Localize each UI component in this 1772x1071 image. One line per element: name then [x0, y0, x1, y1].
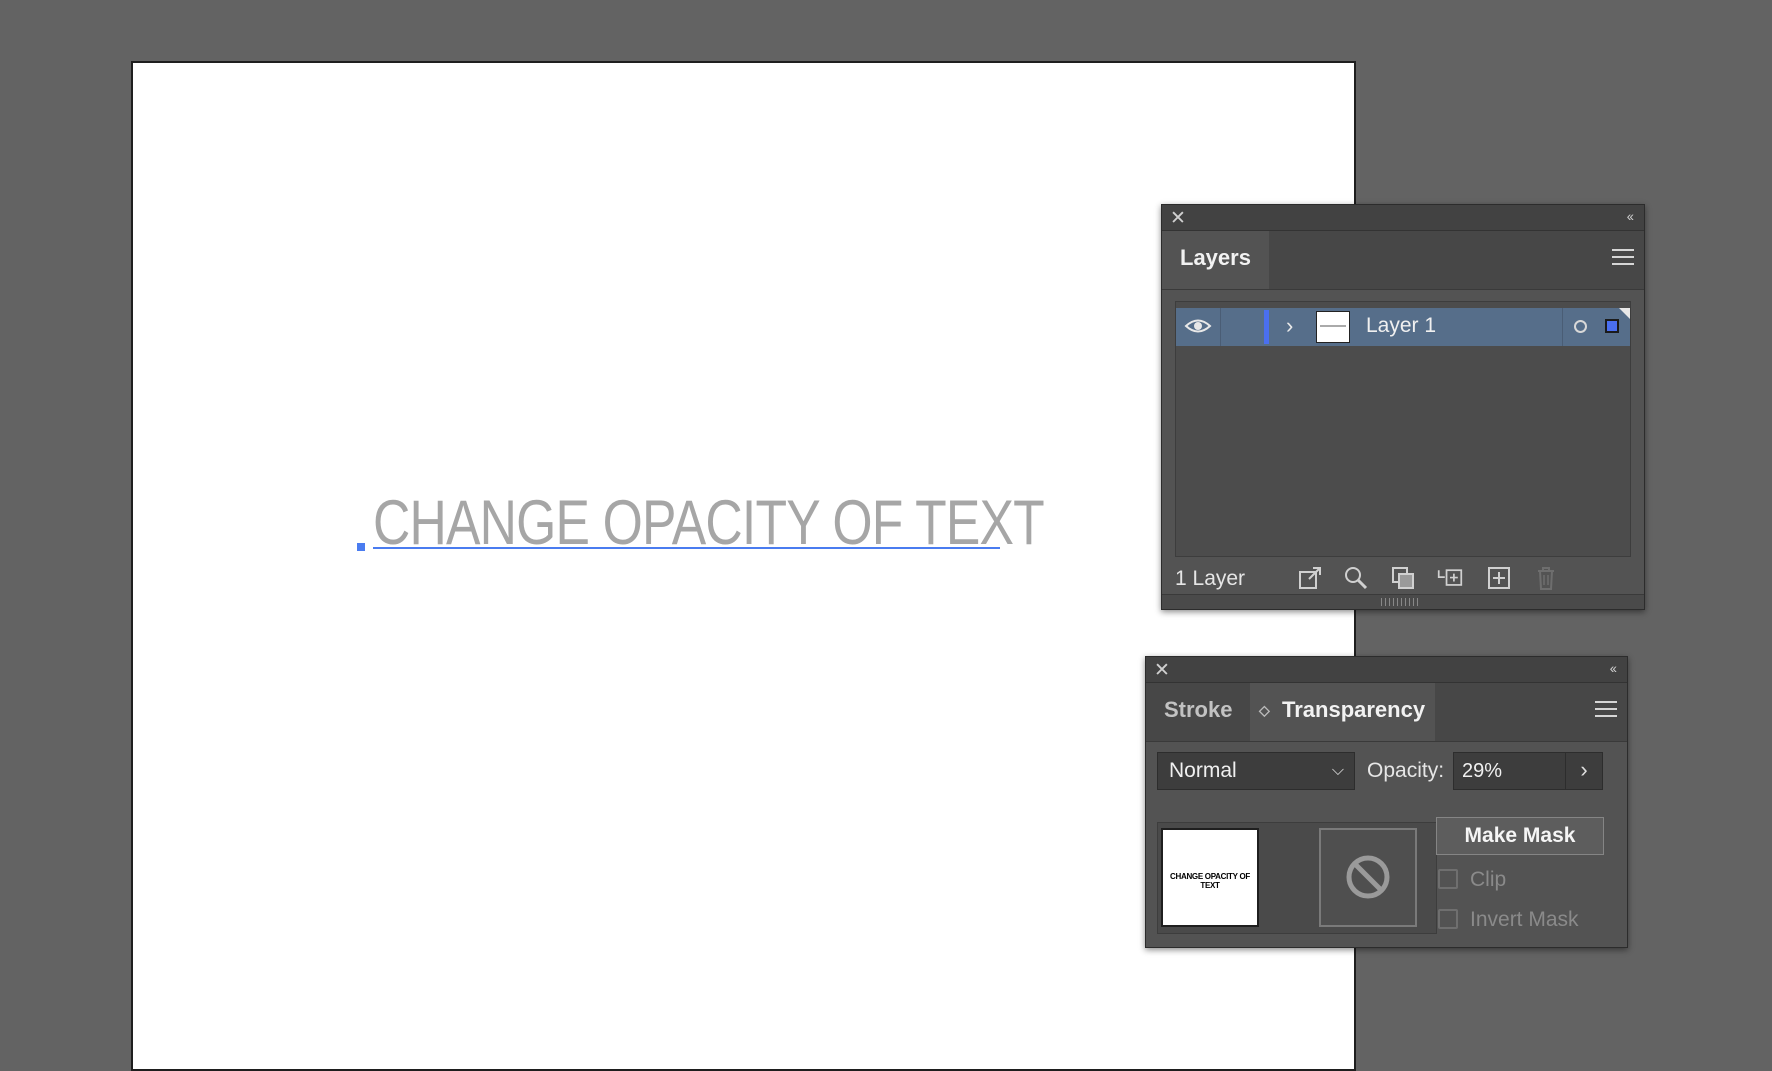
tab-transparency-label: Transparency: [1282, 697, 1426, 722]
selection-indicator-icon[interactable]: [1605, 319, 1619, 333]
invert-mask-checkbox[interactable]: [1438, 909, 1458, 929]
layers-panel: ✕ ‹‹ Layers › Layer 1 1 Layer: [1161, 204, 1645, 610]
divider: [1562, 308, 1563, 346]
no-mask-icon: [1346, 855, 1390, 899]
divider: [1220, 308, 1221, 346]
expand-chevron-icon[interactable]: ›: [1286, 313, 1293, 339]
clip-label: Clip: [1470, 868, 1507, 891]
trash-icon[interactable]: [1533, 565, 1559, 591]
layer-name[interactable]: Layer 1: [1366, 314, 1436, 338]
collapse-panel-icon[interactable]: ‹‹: [1610, 660, 1617, 676]
eye-visibility-icon[interactable]: [1184, 316, 1212, 336]
close-icon[interactable]: ✕: [1170, 207, 1186, 230]
panel-menu-icon[interactable]: [1595, 701, 1617, 717]
new-layer-icon[interactable]: [1486, 565, 1512, 591]
mask-thumbnail[interactable]: [1319, 828, 1417, 927]
clip-checkbox[interactable]: [1438, 869, 1458, 889]
tab-options-icon: ◇: [1259, 702, 1270, 718]
transparency-tabstrip: Stroke ◇ Transparency: [1146, 683, 1627, 742]
text-anchor-point[interactable]: [357, 543, 365, 551]
tab-transparency[interactable]: ◇ Transparency: [1250, 683, 1435, 741]
blend-mode-dropdown[interactable]: Normal ⌵: [1157, 752, 1355, 790]
target-circle-icon[interactable]: [1574, 320, 1587, 333]
search-icon[interactable]: [1343, 565, 1369, 591]
opacity-input[interactable]: 29% ›: [1453, 752, 1603, 790]
close-icon[interactable]: ✕: [1154, 659, 1170, 682]
artwork-thumbnail[interactable]: CHANGE OPACITY OF TEXT: [1161, 828, 1259, 927]
text-selection-baseline: [373, 547, 1000, 549]
panel-titlebar[interactable]: ✕ ‹‹: [1146, 657, 1627, 683]
layer-thumbnail: [1316, 311, 1350, 343]
artwork-thumbnail-text: CHANGE OPACITY OF TEXT: [1170, 872, 1250, 890]
resize-grip[interactable]: [1162, 594, 1644, 609]
export-icon[interactable]: [1297, 565, 1323, 591]
clipping-mask-icon[interactable]: [1390, 565, 1416, 591]
blend-mode-value: Normal: [1169, 759, 1237, 782]
chevron-down-icon: ⌵: [1331, 762, 1344, 779]
corner-indicator: [1619, 308, 1630, 319]
layers-tabstrip: Layers: [1162, 231, 1644, 290]
collapse-panel-icon[interactable]: ‹‹: [1627, 208, 1634, 224]
layer-color-bar: [1264, 310, 1269, 344]
layer-count: 1 Layer: [1175, 567, 1246, 590]
mask-thumbnails-area: CHANGE OPACITY OF TEXT: [1157, 822, 1437, 934]
layer-row[interactable]: › Layer 1: [1176, 308, 1630, 346]
opacity-slider-chevron-icon[interactable]: ›: [1565, 753, 1602, 789]
tab-stroke[interactable]: Stroke: [1146, 683, 1250, 741]
panel-titlebar[interactable]: ✕ ‹‹: [1162, 205, 1644, 231]
make-mask-button[interactable]: Make Mask: [1436, 817, 1604, 855]
transparency-panel: ✕ ‹‹ Stroke ◇ Transparency Normal ⌵ Opac…: [1145, 656, 1628, 948]
new-sublayer-icon[interactable]: [1437, 565, 1463, 591]
invert-mask-label: Invert Mask: [1470, 908, 1579, 931]
opacity-label: Opacity:: [1367, 759, 1445, 782]
opacity-value[interactable]: 29%: [1462, 760, 1502, 783]
layer-list: › Layer 1: [1175, 301, 1631, 557]
tab-layers[interactable]: Layers: [1162, 231, 1269, 289]
panel-menu-icon[interactable]: [1612, 249, 1634, 265]
